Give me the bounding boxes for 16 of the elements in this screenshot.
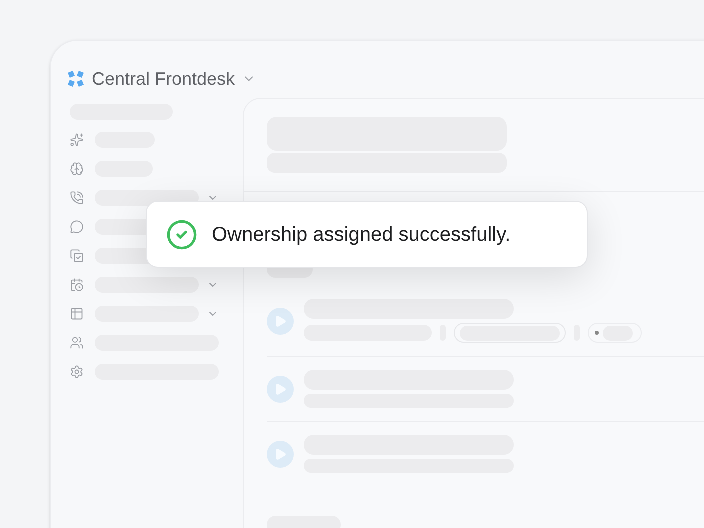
brain-icon[interactable] <box>70 162 84 176</box>
play-icon <box>274 448 287 460</box>
play-icon <box>274 314 287 328</box>
table-icon[interactable] <box>70 306 84 320</box>
logo-icon <box>67 70 85 88</box>
users-icon[interactable] <box>70 336 84 350</box>
copy-check-icon[interactable] <box>70 248 84 262</box>
check-circle-icon <box>166 218 198 250</box>
play-icon <box>274 382 287 396</box>
chat-bubble-icon[interactable] <box>70 220 84 234</box>
calendar-icon[interactable] <box>70 278 84 292</box>
workspace-name[interactable]: Central Frontdesk <box>92 66 236 92</box>
toast-message: Ownership assigned successfully. <box>212 222 511 248</box>
sparkles-icon[interactable] <box>70 132 84 146</box>
settings-icon[interactable] <box>70 364 84 378</box>
phone-icon[interactable] <box>70 190 84 204</box>
